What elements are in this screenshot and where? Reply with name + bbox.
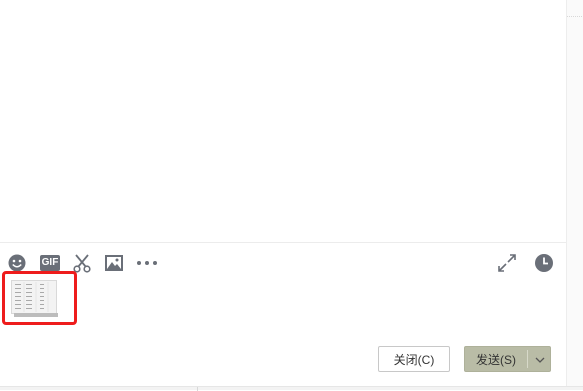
- attached-file-highlight[interactable]: [2, 271, 77, 325]
- rail-divider: [567, 16, 583, 17]
- gif-icon: GIF: [39, 255, 61, 271]
- history-button[interactable]: [533, 252, 555, 274]
- message-input[interactable]: [0, 282, 566, 342]
- send-options-dropdown[interactable]: [528, 347, 551, 371]
- close-button-label: 关闭(C): [393, 352, 435, 367]
- close-button[interactable]: 关闭(C): [378, 346, 450, 372]
- send-button-label: 发送(S): [476, 352, 516, 367]
- emoji-icon: [7, 253, 27, 273]
- scissors-icon: [72, 253, 92, 273]
- image-button[interactable]: [103, 252, 125, 274]
- clock-icon: [534, 253, 554, 273]
- action-bar: 关闭(C) 发送(S): [0, 342, 566, 390]
- message-history[interactable]: [0, 0, 566, 242]
- chat-window: GIF 关闭(C) 发送(S): [0, 0, 583, 391]
- thumbnail-shadow: [14, 313, 58, 317]
- image-icon: [104, 254, 124, 272]
- send-button[interactable]: 发送(S): [464, 346, 551, 372]
- chevron-down-icon: [535, 352, 545, 366]
- more-icon: [136, 260, 158, 266]
- expand-button[interactable]: [496, 252, 518, 274]
- right-sidebar: [566, 0, 583, 390]
- window-bottom-edge: [0, 386, 583, 391]
- input-toolbar: GIF: [0, 242, 566, 282]
- pane-divider: [197, 387, 198, 391]
- expand-icon: [497, 253, 517, 273]
- more-button[interactable]: [136, 252, 158, 274]
- spreadsheet-thumbnail[interactable]: [11, 280, 58, 317]
